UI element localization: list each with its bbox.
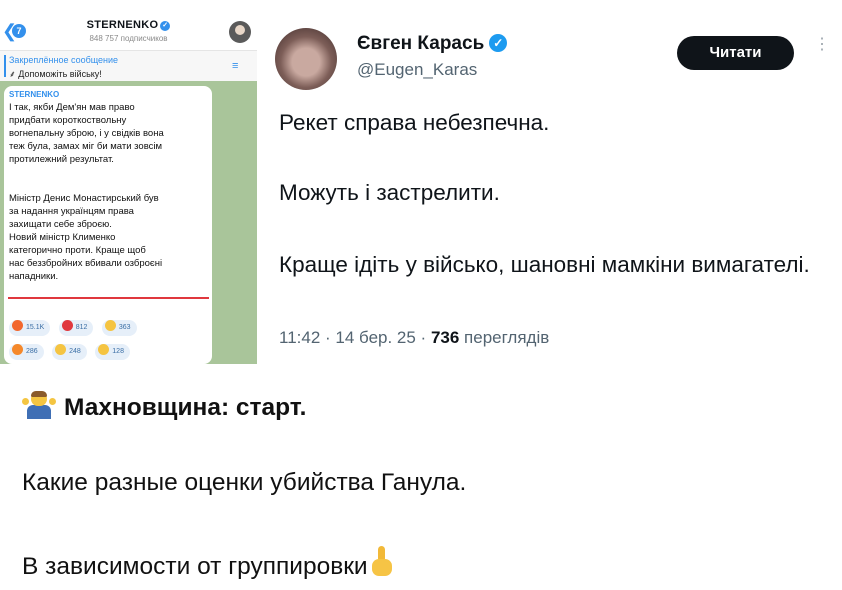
pinned-list-icon[interactable]: ≡ [232, 60, 238, 72]
pinned-message-bar[interactable]: Закреплённое сообщение ⸙ Допоможіть війс… [0, 50, 257, 81]
red-underline [8, 297, 209, 299]
reaction-chip[interactable]: 248 [52, 344, 87, 360]
post-text-line: Какие разные оценки убийства Ганула. [22, 469, 467, 496]
reactions-row: 286 248 128 [9, 340, 209, 360]
crying-face-icon [104, 320, 116, 331]
fire-icon [12, 344, 23, 355]
reaction-count: 812 [75, 324, 88, 331]
reaction-count: 363 [118, 324, 131, 331]
telegram-screenshot: ❮ 7 STERNENKO ✓ 848 757 подписчиков Закре… [0, 12, 257, 364]
tweet-views-count: 736 [430, 328, 460, 347]
more-options-icon[interactable]: ⋮ [814, 37, 830, 53]
message-paragraph: І так, якби Дем'ян мав право придбати ко… [9, 102, 164, 165]
grinning-face-icon [55, 344, 67, 355]
channel-avatar[interactable] [229, 21, 251, 43]
pinned-text: ⸙ Допоможіть війську! [9, 69, 102, 79]
tweet-meta: 11:42 · 14 бер. 25 · 736 переглядів [279, 328, 549, 348]
reaction-count: 286 [26, 348, 38, 355]
post-headline: Махновщина: старт. [22, 390, 306, 422]
person-shrugging-icon [22, 390, 56, 420]
channel-name: STERNENKO [86, 19, 159, 31]
post-text: В зависимости от группировки [22, 553, 368, 580]
tweet-author-avatar[interactable] [275, 28, 337, 90]
message-bubble: STERNENKO І так, якби Дем'ян мав право п… [4, 86, 212, 364]
thinking-face-icon [98, 344, 110, 355]
tweet-timestamp[interactable]: 11:42 · 14 бер. 25 · [279, 328, 431, 347]
subscriber-count: 848 757 подписчиков [89, 34, 168, 43]
tweet-author-name[interactable]: Євген Карась [357, 33, 484, 54]
tweet-text-line: Краще ідіть у військо, шановні мамкіни в… [279, 252, 810, 277]
reaction-chip[interactable]: 286 [9, 344, 44, 360]
reaction-count: 128 [112, 348, 124, 355]
reaction-chip[interactable]: 812 [58, 320, 94, 336]
tweet-author-handle[interactable]: @Eugen_Karas [357, 60, 477, 80]
reaction-chip[interactable]: 363 [101, 320, 137, 336]
pinned-title: Закреплённое сообщение [9, 55, 119, 65]
verified-icon: ✓ [160, 21, 171, 31]
post-text-line: В зависимости от группировки [22, 546, 394, 581]
pinned-accent-bar [4, 55, 6, 77]
post-headline-text: Махновщина: старт. [64, 394, 307, 421]
reaction-count: 248 [69, 348, 81, 355]
reactions-row: 15.1K 812 363 [9, 316, 209, 336]
tweet-views-label: переглядів [459, 328, 550, 347]
message-paragraph: Міністр Денис Монастирський був за надан… [9, 193, 163, 282]
tweet-text-line: Рекет справа небезпечна. [279, 110, 550, 135]
reaction-chip[interactable]: 128 [95, 344, 130, 360]
telegram-header: ❮ 7 STERNENKO ✓ 848 757 подписчиков [0, 12, 257, 50]
reaction-chip[interactable]: 15.1K [9, 320, 51, 336]
angry-face-icon [12, 320, 23, 331]
follow-button[interactable]: Читати [677, 36, 794, 70]
channel-title: STERNENKO ✓ [0, 19, 257, 31]
tweet-text-line: Можуть і застрелити. [279, 180, 500, 205]
verified-icon: ✓ [489, 34, 508, 52]
reaction-count: 15.1K [26, 324, 45, 331]
message-author: STERNENKO [9, 90, 60, 99]
heart-icon [61, 320, 73, 331]
tweet-author: Євген Карась ✓ [357, 33, 508, 55]
pointing-up-icon [370, 546, 394, 578]
